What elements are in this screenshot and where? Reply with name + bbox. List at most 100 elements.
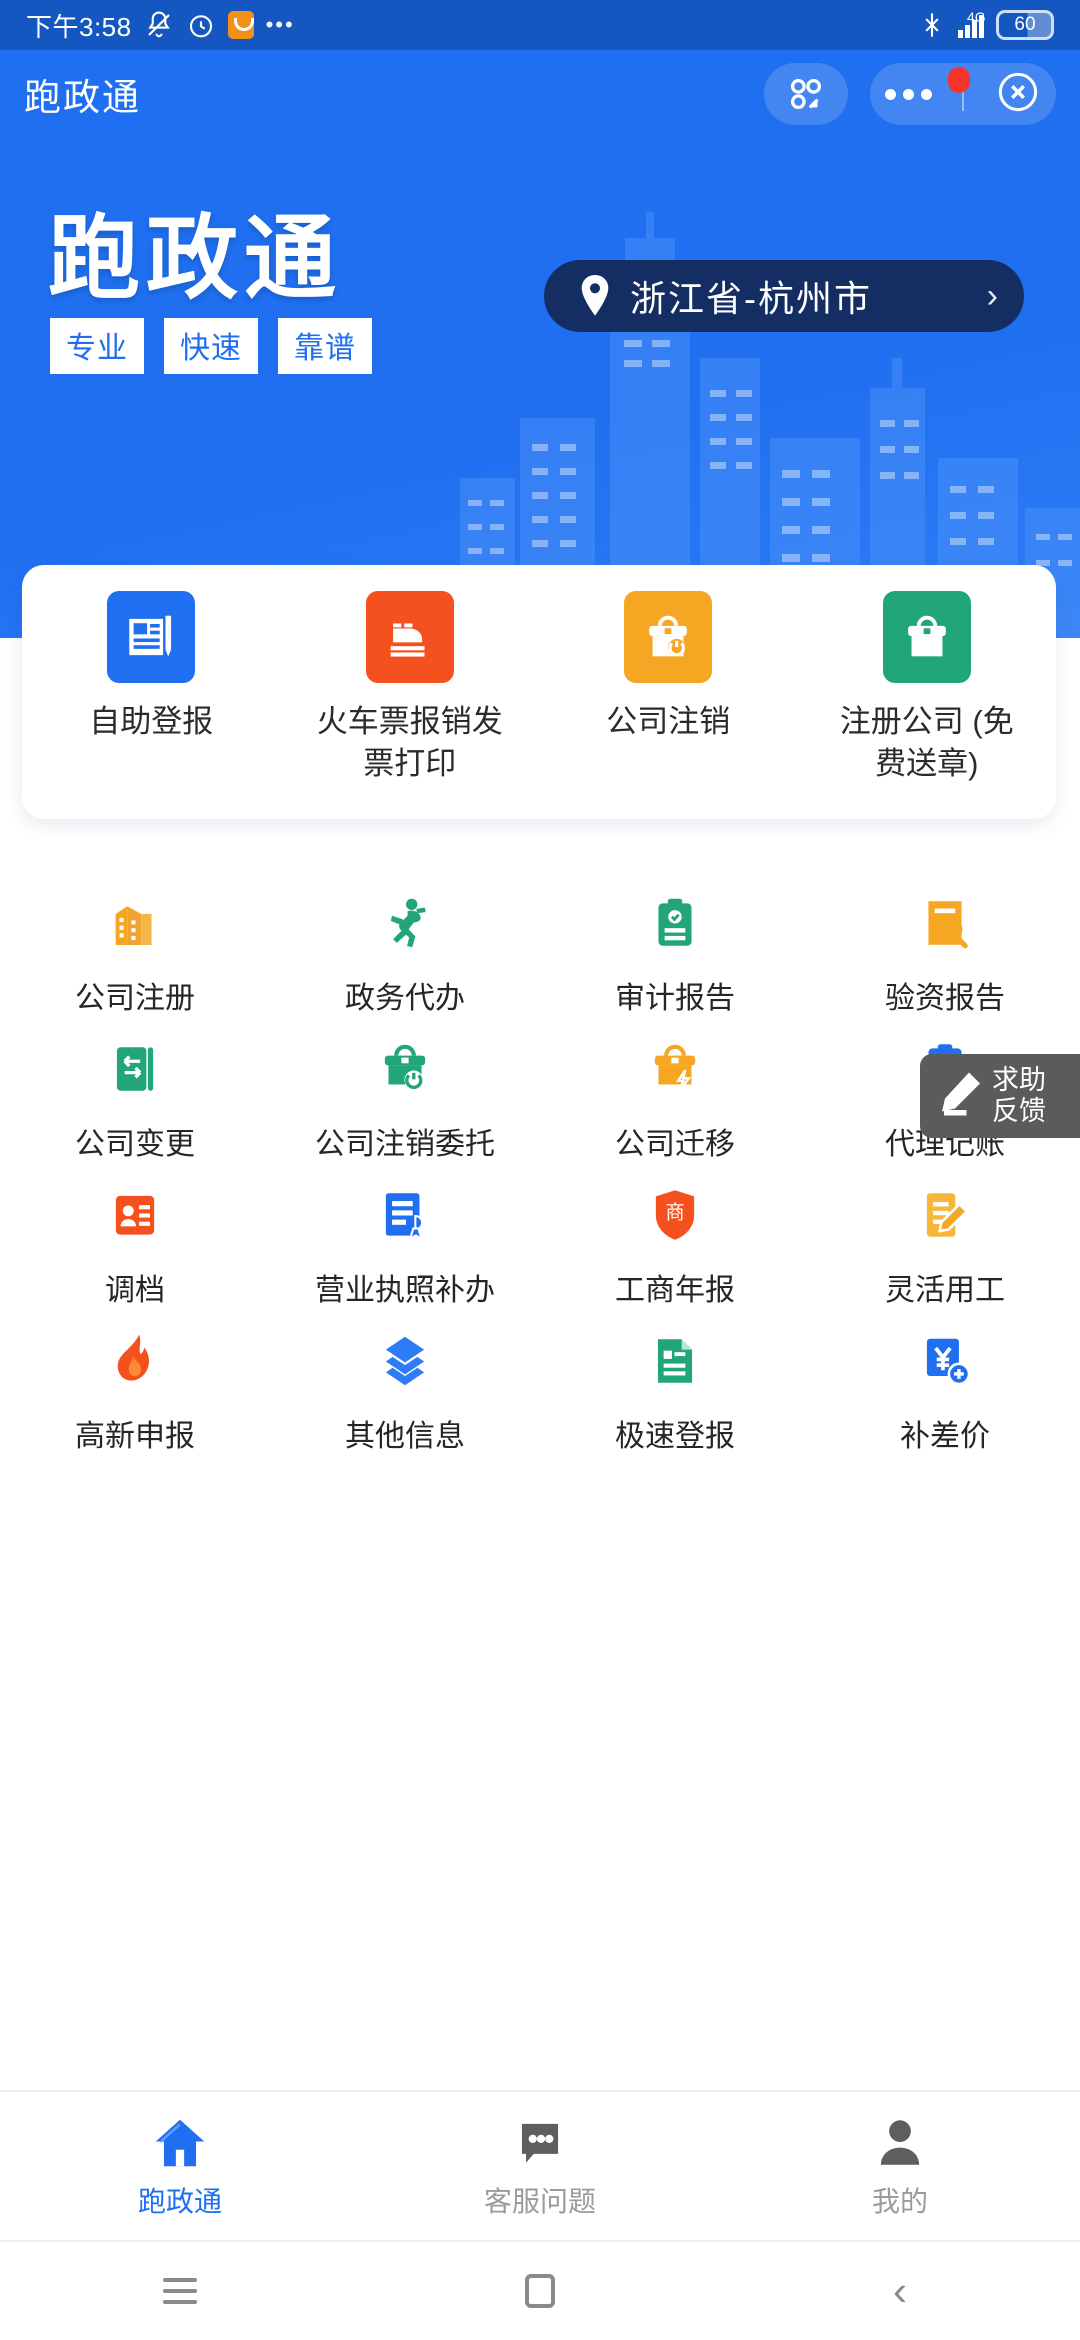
orange-app-icon [228,11,254,39]
document-search-icon [914,891,976,955]
service-label: 公司迁移 [615,1119,735,1163]
brand-tag: 快速 [164,318,258,374]
service-grid: 公司注册 政务代办 审计报告 [0,885,1080,1469]
service-item[interactable]: 公司变更 [0,1031,270,1177]
featured-service-label: 公司注销 [568,701,768,743]
service-label: 公司注销委托 [315,1119,495,1163]
service-label: 其他信息 [345,1411,465,1455]
service-item[interactable]: 商 工商年报 [540,1177,810,1323]
featured-service-item[interactable]: 火车票报销发票打印 [281,591,540,785]
service-label: 审计报告 [615,973,735,1017]
featured-service-item[interactable]: 注册公司 (免费送章) [798,591,1057,785]
document-pencil-icon [914,1183,976,1247]
service-label: 公司注册 [75,973,195,1017]
svg-text:商: 商 [665,1201,684,1224]
mini-program-header: 跑政通 [0,50,1080,138]
train-icon [366,591,454,683]
service-label: 政务代办 [345,973,465,1017]
tab-profile[interactable]: 我的 [720,2092,1080,2240]
service-label: 营业执照补办 [315,1265,495,1309]
mute-bell-icon [144,10,174,40]
service-item[interactable]: 灵活用工 [810,1177,1080,1323]
chat-bubble-icon [507,2112,573,2174]
service-item[interactable]: 营业执照补办 [270,1177,540,1323]
service-item[interactable]: 其他信息 [270,1323,540,1469]
service-item[interactable]: 政务代办 [270,885,540,1031]
id-card-icon [104,1183,166,1247]
location-selector[interactable]: 浙江省-杭州市 › [544,260,1024,332]
service-item[interactable]: 补差价 [810,1323,1080,1469]
bluetooth-icon [918,10,946,40]
tab-label: 客服问题 [484,2180,596,2220]
featured-service-label: 火车票报销发票打印 [310,701,510,785]
page-title: 跑政通 [24,67,141,121]
bottom-tab-bar: 跑政通 客服问题 我的 [0,2090,1080,2242]
document-exchange-icon [104,1037,166,1101]
service-item[interactable]: 公司注册 [0,885,270,1031]
notification-badge [948,67,970,93]
feedback-floating-button[interactable]: 求助 反馈 [920,1054,1080,1138]
service-item[interactable]: 公司注销委托 [270,1031,540,1177]
brand-tag-list: 专业 快速 靠谱 [50,318,372,374]
service-item[interactable]: 审计报告 [540,885,810,1031]
feedback-label: 求助 反馈 [992,1065,1046,1127]
service-label: 公司变更 [75,1119,195,1163]
chevron-right-icon: › [987,277,998,316]
location-pin-icon [578,275,612,317]
brand-tag: 靠谱 [278,318,372,374]
service-label: 调档 [105,1265,165,1309]
briefcase-power-icon [624,591,712,683]
back-chevron-icon[interactable]: ‹ [840,2270,960,2312]
brand-tag: 专业 [50,318,144,374]
close-circle-icon[interactable] [995,69,1041,120]
tab-label: 跑政通 [138,2180,222,2220]
service-item[interactable]: 公司迁移 [540,1031,810,1177]
brand-wordmark: 跑政通 [48,184,342,317]
recents-icon[interactable] [120,2278,240,2304]
tab-home[interactable]: 跑政通 [0,2092,360,2240]
newspaper-icon [107,591,195,683]
home-square-icon[interactable] [480,2274,600,2308]
pencil-edit-icon [928,1066,988,1126]
service-label: 高新申报 [75,1411,195,1455]
mini-program-grid-icon[interactable] [764,63,848,125]
briefcase-bolt-icon [644,1037,706,1101]
shield-business-icon: 商 [644,1183,706,1247]
tab-label: 我的 [872,2180,928,2220]
service-label: 极速登报 [615,1411,735,1455]
alarm-icon [186,10,216,40]
android-navigation-bar: ‹ [0,2242,1080,2340]
running-person-icon [374,891,436,955]
home-icon [147,2112,213,2174]
document-lines-icon [644,1329,706,1393]
building-icon [104,891,166,955]
flame-icon [104,1329,166,1393]
service-label: 工商年报 [615,1265,735,1309]
battery-indicator: 60 [996,10,1054,40]
service-item[interactable]: 调档 [0,1177,270,1323]
clipboard-check-icon [644,891,706,955]
status-overflow: ••• [266,12,295,38]
service-item[interactable]: 高新申报 [0,1323,270,1469]
certificate-icon [374,1183,436,1247]
hero-banner: 跑政通 专业 快速 靠谱 浙江省-杭州市 › [0,138,1080,638]
briefcase-power-icon [374,1037,436,1101]
service-label: 补差价 [900,1411,990,1455]
service-item[interactable]: 验资报告 [810,885,1080,1031]
status-bar: 下午3:58 ••• 4G 60 [0,0,1080,50]
service-label: 灵活用工 [885,1265,1005,1309]
more-options-icon[interactable] [885,89,932,100]
service-item[interactable]: 极速登报 [540,1323,810,1469]
featured-service-item[interactable]: 公司注销 [539,591,798,785]
tab-support[interactable]: 客服问题 [360,2092,720,2240]
yuan-plus-icon [914,1329,976,1393]
status-time: 下午3:58 [26,7,132,44]
featured-service-item[interactable]: 自助登报 [22,591,281,785]
header-action-pill [870,63,1056,125]
layers-chevron-icon [374,1329,436,1393]
signal-icon: 4G [958,12,984,38]
service-label: 验资报告 [885,973,1005,1017]
featured-services-card: 自助登报 火车票报销发票打印 [22,565,1056,819]
briefcase-icon [883,591,971,683]
featured-service-label: 注册公司 (免费送章) [827,701,1027,785]
